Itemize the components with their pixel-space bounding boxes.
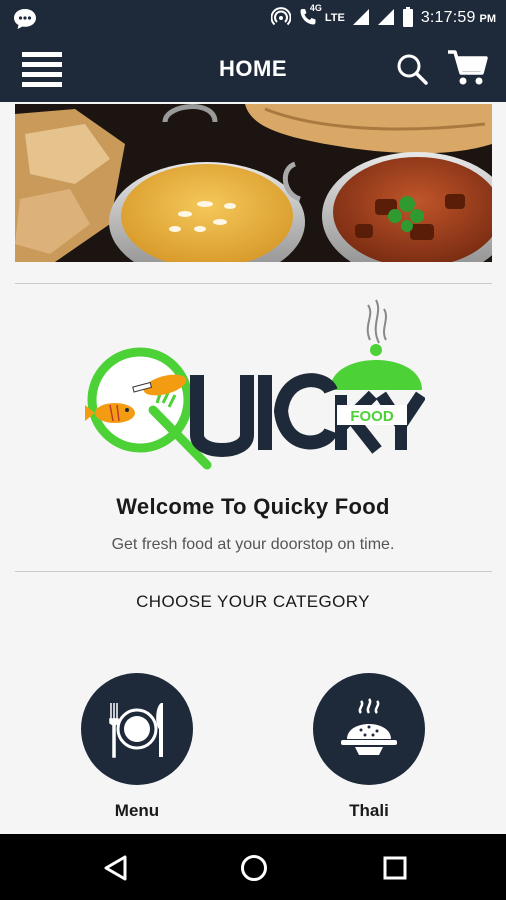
category-menu[interactable]: Menu: [81, 673, 193, 821]
cart-button[interactable]: [446, 49, 488, 87]
recents-button[interactable]: [380, 854, 410, 882]
messaging-notification-icon: [12, 7, 38, 36]
divider: [15, 283, 492, 284]
search-button[interactable]: [395, 53, 429, 85]
network-type-label: 4G: [309, 2, 322, 13]
system-nav-bar: [0, 834, 506, 900]
app-bar: HOME: [0, 36, 506, 102]
quicky-food-logo: FOOD: [85, 295, 426, 475]
signal-icon-2: [377, 8, 395, 29]
category-thali[interactable]: Thali: [313, 673, 425, 821]
back-icon: [104, 855, 127, 881]
home-icon: [241, 855, 267, 881]
clock: 3:17:59: [420, 9, 476, 26]
clock-ampm: PM: [479, 13, 497, 25]
category-menu-label: Menu: [114, 801, 160, 820]
page-title: HOME: [219, 56, 287, 81]
status-bar: 4G LTE 3:17:59 PM: [0, 0, 506, 36]
back-button[interactable]: [101, 854, 131, 882]
category-heading: CHOOSE YOUR CATEGORY: [136, 592, 370, 611]
welcome-title: Welcome To Quicky Food: [116, 494, 390, 519]
lte-label: LTE: [324, 11, 345, 24]
logo-tagline: FOOD: [350, 408, 393, 425]
category-menu-circle[interactable]: [81, 673, 193, 785]
welcome-subtitle: Get fresh food at your doorstop on time.: [111, 536, 395, 553]
thali-dish-icon: [341, 698, 397, 755]
cart-icon: [448, 50, 488, 85]
plate-cutlery-icon: [109, 703, 163, 758]
hotspot-icon: [270, 6, 292, 30]
category-thali-label: Thali: [349, 801, 389, 820]
recents-icon: [383, 856, 407, 880]
divider: [15, 571, 492, 572]
search-icon: [397, 54, 428, 85]
signal-icon: [352, 8, 370, 29]
food-banner-image: [15, 104, 492, 262]
battery-icon: [402, 6, 414, 30]
wifi-calling-icon: 4G: [298, 3, 322, 30]
home-button[interactable]: [239, 854, 269, 882]
category-thali-circle[interactable]: [313, 673, 425, 785]
